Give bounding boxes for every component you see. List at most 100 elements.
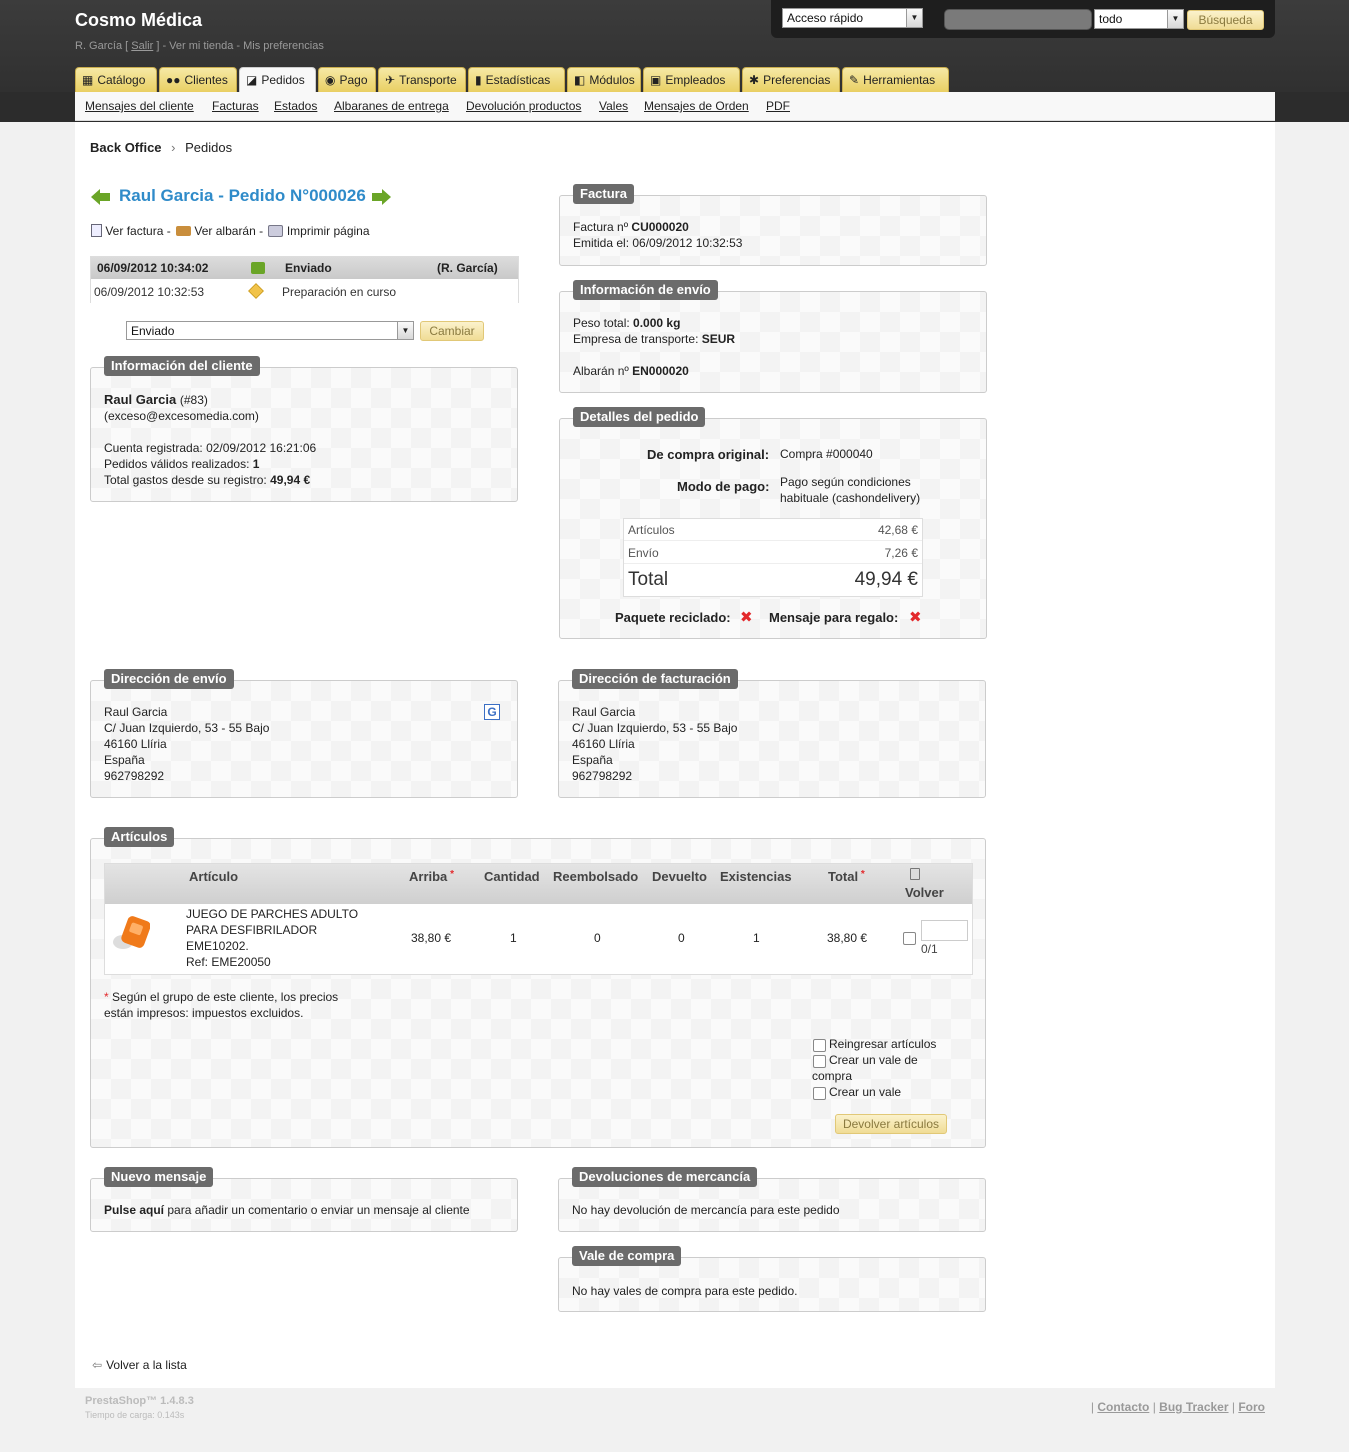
product-name-line[interactable]: JUEGO DE PARCHES ADULTO [186, 907, 358, 921]
quick-access-select[interactable]: Acceso rápido ▼ [782, 8, 923, 28]
printer-icon [268, 225, 284, 237]
tab-modules[interactable]: ◧ Módulos [567, 67, 641, 92]
return-checkbox[interactable] [903, 932, 916, 945]
chevron-down-icon: ▼ [906, 9, 922, 27]
tab-customers[interactable]: ●● Clientes [159, 67, 237, 92]
subnav-statuses[interactable]: Estados [274, 99, 317, 113]
breadcrumb-root[interactable]: Back Office [90, 140, 162, 155]
chevron-down-icon: ▼ [397, 322, 413, 339]
returns-text: No hay devolución de mercancía para este… [572, 1203, 840, 1217]
tab-stats[interactable]: ▮ Estadísticas [468, 67, 565, 92]
reinject-checkbox[interactable] [813, 1039, 826, 1052]
user-name: R. García [ [75, 40, 129, 52]
tab-shipping[interactable]: ✈ Transporte [378, 67, 466, 92]
return-quantity-input[interactable] [921, 920, 968, 941]
tab-catalog[interactable]: ▦ Catálogo [75, 67, 157, 92]
tab-payment[interactable]: ◉ Pago [318, 67, 376, 92]
tab-tools[interactable]: ✎ Herramientas [842, 67, 949, 92]
new-message-text: para añadir un comentario o enviar un me… [167, 1203, 470, 1217]
print-page-link[interactable]: Imprimir página [287, 224, 370, 238]
tab-label: Empleados [665, 73, 726, 87]
search-button[interactable]: Búsqueda [1187, 10, 1264, 30]
shipping-address-legend: Dirección de envío [104, 669, 234, 689]
articles-row: Artículos 42,68 € [624, 519, 922, 541]
voucher-checkbox[interactable] [813, 1087, 826, 1100]
subnav-invoices[interactable]: Facturas [212, 99, 259, 113]
user-links[interactable]: ] - Ver mi tienda - Mis preferencias [156, 40, 324, 52]
payment-line2: habituale (cashondelivery) [780, 491, 921, 505]
asterisk-icon: * [104, 990, 113, 1004]
price-note-line1: Según el grupo de este cliente, los prec… [112, 990, 339, 1004]
history-date: 06/09/2012 10:32:53 [94, 285, 205, 299]
back-arrow-icon: ⇦ [92, 1358, 103, 1372]
shipping-address-line: 46160 Llíria [104, 737, 167, 751]
customer-name[interactable]: Raul Garcia [104, 392, 176, 407]
shipping-address-line: C/ Juan Izquierdo, 53 - 55 Bajo [104, 721, 270, 735]
products-legend: Artículos [104, 827, 175, 847]
content: Back Office › Pedidos Raul Garcia - Pedi… [75, 122, 1275, 1388]
new-message-link[interactable]: Pulse aquí [104, 1203, 164, 1217]
footer-load-time: Tiempo de carga: 0.143s [85, 1410, 185, 1420]
orders-icon: ◪ [246, 73, 258, 87]
subnav-delivery-slips[interactable]: Albaranes de entrega [334, 99, 449, 113]
credit-slip-checkbox[interactable] [813, 1055, 826, 1068]
google-maps-icon[interactable]: G [484, 704, 500, 720]
tab-orders[interactable]: ◪ Pedidos [239, 67, 316, 92]
invoice-issued: 06/09/2012 10:32:53 [632, 236, 743, 250]
subnav-vouchers[interactable]: Vales [599, 99, 628, 113]
change-state-button[interactable]: Cambiar [420, 321, 484, 341]
back-to-list[interactable]: ⇦ Volver a la lista [92, 1358, 187, 1372]
reinject-label: Reingresar artículos [829, 1037, 937, 1051]
view-invoice-link[interactable]: Ver factura - [105, 224, 170, 238]
back-to-list-label[interactable]: Volver a la lista [106, 1358, 187, 1372]
product-price: 38,80 € [411, 931, 452, 945]
subnav-returns[interactable]: Devolución productos [466, 99, 581, 113]
footer-bug-tracker[interactable]: Bug Tracker [1159, 1400, 1228, 1414]
logout-link[interactable]: Salir [131, 40, 153, 52]
billing-address-line: España [572, 753, 613, 767]
search-input[interactable] [944, 9, 1092, 30]
original-order-value[interactable]: Compra #000040 [780, 447, 873, 461]
articles-value: 42,68 € [877, 523, 918, 537]
tab-label: Preferencias [763, 73, 831, 87]
original-order-label: De compra original: [647, 447, 770, 462]
carrier-label: Empresa de transporte: [573, 332, 699, 346]
invoice-panel: Factura Factura nº CU000020 Emitida el: … [559, 184, 987, 266]
shipping-icon: ✈ [385, 73, 396, 87]
product-image[interactable] [110, 914, 151, 954]
billing-address-line: C/ Juan Izquierdo, 53 - 55 Bajo [572, 721, 738, 735]
price-note-line2: están impresos: impuestos excluidos. [104, 1006, 304, 1020]
subnav-pdf[interactable]: PDF [766, 99, 790, 113]
order-state-select[interactable]: Enviado ▼ [126, 321, 414, 340]
new-message-legend: Nuevo mensaje [104, 1167, 214, 1187]
billing-address-line: Raul Garcia [572, 705, 636, 719]
order-details-legend: Detalles del pedido [573, 407, 706, 427]
tab-employees[interactable]: ▣ Empleados [643, 67, 740, 92]
trash-icon [910, 868, 920, 880]
view-delivery-link[interactable]: Ver albarán - [194, 224, 263, 238]
new-message-panel: Nuevo mensaje Pulse aquí para añadir un … [90, 1167, 518, 1232]
chevron-right-icon: › [171, 140, 176, 155]
shipping-info-legend: Información de envío [573, 280, 718, 300]
next-order-arrow-icon[interactable] [372, 189, 392, 205]
product-quantity: 1 [510, 931, 517, 945]
subnav-customer-messages[interactable]: Mensajes del cliente [85, 99, 194, 113]
previous-order-arrow-icon[interactable] [91, 189, 111, 205]
footer-forum[interactable]: Foro [1238, 1400, 1265, 1414]
tab-label: Pedidos [261, 73, 305, 87]
breadcrumb-current: Pedidos [185, 140, 233, 155]
payment-label: Modo de pago: [677, 479, 770, 494]
customer-email[interactable]: (exceso@excesomedia.com) [104, 409, 259, 423]
tab-label: Clientes [184, 73, 228, 87]
subnav-order-messages[interactable]: Mensajes de Orden [644, 99, 749, 113]
product-name-line[interactable]: PARA DESFIBRILADOR [186, 923, 317, 937]
product-name-line[interactable]: EME10202. [186, 939, 249, 953]
shipped-icon [251, 262, 265, 274]
search-scope-select[interactable]: todo ▼ [1094, 9, 1184, 29]
tab-preferences[interactable]: ✱ Preferencias [742, 67, 840, 92]
catalog-icon: ▦ [82, 73, 94, 87]
return-products-button[interactable]: Devolver artículos [835, 1114, 947, 1134]
product-ref: Ref: EME20050 [186, 955, 271, 969]
registered-label: Cuenta registrada: [104, 441, 203, 455]
footer-contact[interactable]: Contacto [1097, 1400, 1149, 1414]
